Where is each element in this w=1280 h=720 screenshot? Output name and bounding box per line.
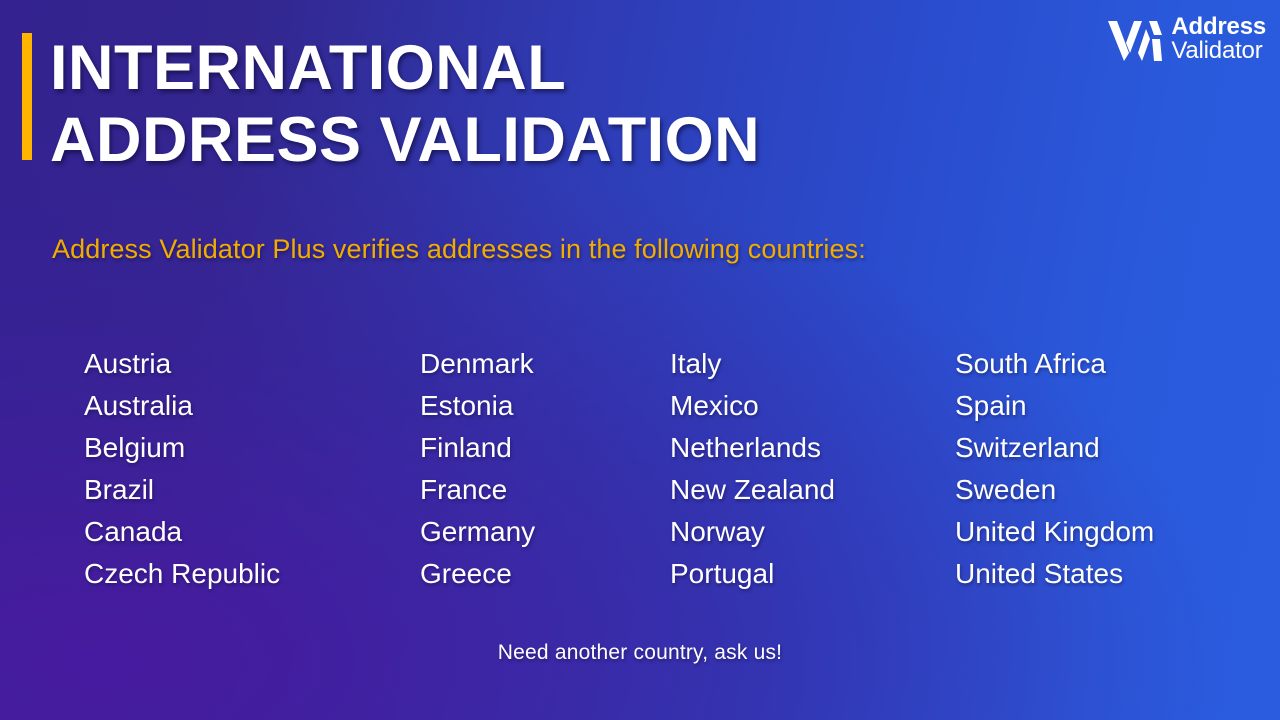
country-column-4: South Africa Spain Switzerland Sweden Un… — [955, 343, 1224, 595]
slide-international-address-validation: Address Validator INTERNATIONAL ADDRESS … — [0, 0, 1280, 720]
title-line-2: ADDRESS VALIDATION — [50, 104, 761, 175]
country-item: Australia — [84, 390, 193, 421]
country-item: Czech Republic — [84, 558, 281, 589]
country-item: Greece — [420, 558, 512, 589]
country-item: Italy — [670, 348, 722, 379]
country-item: Norway — [670, 516, 765, 547]
country-item: New Zealand — [670, 474, 835, 505]
country-item: Sweden — [955, 474, 1057, 505]
brand-name-line2: Validator — [1171, 36, 1263, 64]
country-column-3: Italy Mexico Netherlands New Zealand Nor… — [670, 343, 955, 595]
page-title: INTERNATIONAL ADDRESS VALIDATION — [22, 33, 760, 177]
country-item: Estonia — [420, 390, 514, 421]
country-item: Canada — [84, 516, 183, 547]
country-item: Portugal — [670, 558, 775, 589]
title-text: INTERNATIONAL ADDRESS VALIDATION — [50, 33, 760, 177]
brand-wordmark: Address Validator — [1171, 14, 1266, 62]
country-item: Austria — [84, 348, 172, 379]
country-item: Finland — [420, 432, 512, 463]
footer-note: Need another country, ask us! — [497, 641, 783, 664]
country-item: Germany — [420, 516, 536, 547]
country-item: Spain — [955, 390, 1027, 421]
country-list: Austria Australia Belgium Brazil Canada … — [84, 343, 1224, 595]
subtitle-text: Address Validator Plus verifies addresse… — [52, 234, 866, 264]
country-column-2: Denmark Estonia Finland France Germany G… — [420, 343, 670, 595]
brand-name-line1: Address — [1171, 13, 1266, 40]
country-item: Netherlands — [670, 432, 821, 463]
country-item: Switzerland — [955, 432, 1100, 463]
brand-logo[interactable]: Address Validator — [1108, 14, 1266, 62]
country-item: South Africa — [955, 348, 1106, 379]
title-line-1: INTERNATIONAL — [50, 33, 567, 103]
country-item: Denmark — [420, 348, 534, 379]
country-item: France — [420, 474, 508, 505]
country-item: United States — [955, 558, 1124, 589]
address-validator-logo-mark-icon — [1108, 15, 1163, 62]
country-item: United Kingdom — [955, 516, 1155, 547]
country-item: Brazil — [84, 474, 155, 505]
country-item: Belgium — [84, 432, 186, 463]
country-column-1: Austria Australia Belgium Brazil Canada … — [84, 343, 420, 595]
country-item: Mexico — [670, 390, 759, 421]
title-accent-bar — [22, 33, 32, 160]
